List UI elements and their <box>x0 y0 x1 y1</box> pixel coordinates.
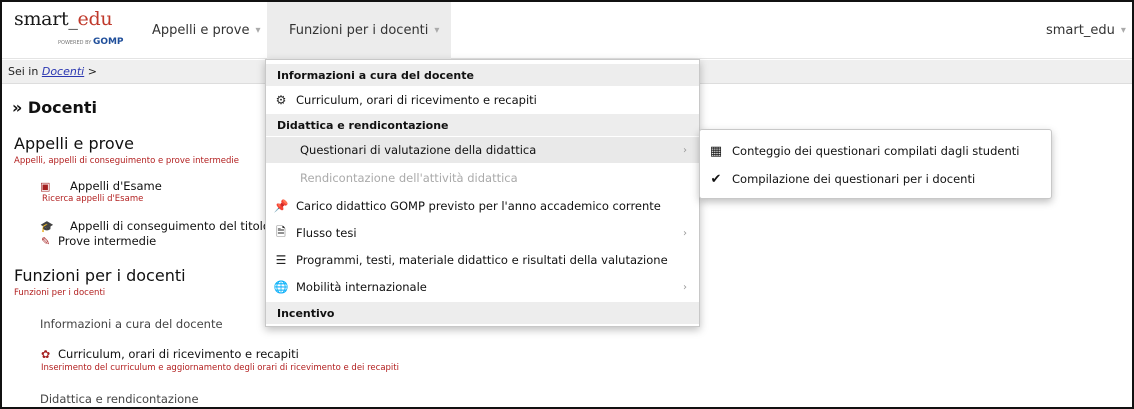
section-subtitle-funzioni: Funzioni per i docenti <box>14 288 106 298</box>
page-title: » Docenti <box>12 98 98 117</box>
document-icon: 🗎 <box>276 224 286 239</box>
menu-item-carico-didattico[interactable]: 📌 Carico didattico GOMP previsto per l'a… <box>266 193 699 219</box>
submenu-item-conteggio[interactable]: ▦ Conteggio dei questionari compilati da… <box>700 136 1051 166</box>
section-subtitle-appelli: Appelli, appelli di conseguimento e prov… <box>14 156 239 166</box>
breadcrumb-prefix: Sei in <box>8 65 39 78</box>
menu-header-informazioni: Informazioni a cura del docente <box>266 64 699 86</box>
breadcrumb-link-docenti[interactable]: Docenti <box>42 65 84 78</box>
graduation-cap-icon: 🎓 <box>40 220 54 233</box>
link-appelli-conseguimento[interactable]: Appelli di conseguimento del titolo <box>70 219 270 233</box>
menu-item-programmi[interactable]: ☰ Programmi, testi, materiale didattico … <box>266 247 699 273</box>
group-informazioni: Informazioni a cura del docente <box>40 317 223 331</box>
menu-item-flusso-tesi[interactable]: 🗎 Flusso tesi › <box>266 220 699 246</box>
brand-powered: POWERED BY <box>58 40 92 46</box>
nav-user-label: smart_edu <box>1046 23 1115 38</box>
nav-appelli-e-prove[interactable]: Appelli e prove ▾ <box>142 2 270 59</box>
link-appelli-esame-sub: Ricerca appelli d'Esame <box>42 194 144 204</box>
questionari-submenu: ▦ Conteggio dei questionari compilati da… <box>699 129 1052 199</box>
menu-item-curriculum[interactable]: ⚙ Curriculum, orari di ricevimento e rec… <box>266 87 699 113</box>
section-title-appelli: Appelli e prove <box>14 134 134 153</box>
brand-logo[interactable]: smart_edu POWERED BY GOMP <box>14 8 124 52</box>
chevron-down-icon: ▾ <box>434 25 440 36</box>
menu-item-rendicontazione: Rendicontazione dell'attività didattica <box>300 171 518 185</box>
server-icon: ☰ <box>275 253 287 267</box>
breadcrumb-separator: > <box>87 65 97 78</box>
chevron-right-icon: › <box>683 227 687 239</box>
chevron-down-icon: ▾ <box>1120 25 1126 36</box>
link-prove-intermedie[interactable]: Prove intermedie <box>58 234 156 248</box>
chevron-down-icon: ▾ <box>255 25 261 36</box>
link-curriculum[interactable]: Curriculum, orari di ricevimento e recap… <box>58 347 299 361</box>
globe-icon: 🌐 <box>273 280 289 294</box>
menu-item-mobilita[interactable]: 🌐 Mobilità internazionale › <box>266 274 699 300</box>
link-curriculum-sub: Inserimento del curriculum e aggiornamen… <box>41 363 399 373</box>
id-card-icon: ▣ <box>40 180 51 193</box>
submenu-item-compilazione[interactable]: ✔ Compilazione dei questionari per i doc… <box>700 164 1051 194</box>
section-title-funzioni: Funzioni per i docenti <box>14 266 186 285</box>
nav-funzioni-label: Funzioni per i docenti <box>289 23 429 38</box>
checkmark-icon: ✔ <box>710 171 722 187</box>
brand-name: smart <box>14 8 69 30</box>
menu-item-questionari[interactable]: Questionari di valutazione della didatti… <box>266 137 699 163</box>
brand-edu: edu <box>77 8 113 30</box>
gear-icon: ✿ <box>41 348 51 361</box>
menu-header-didattica: Didattica e rendicontazione <box>266 114 699 136</box>
nav-user-menu[interactable]: smart_edu ▾ <box>1036 2 1134 59</box>
table-icon: ▦ <box>709 143 723 159</box>
menu-header-incentivo: Incentivo <box>266 302 699 324</box>
chevron-right-icon: › <box>683 144 687 156</box>
pin-icon: 📌 <box>273 199 289 213</box>
link-appelli-esame[interactable]: Appelli d'Esame <box>70 179 162 193</box>
funzioni-dropdown-menu: Informazioni a cura del docente ⚙ Curric… <box>265 59 700 327</box>
chevron-right-icon: › <box>683 281 687 293</box>
nav-appelli-label: Appelli e prove <box>152 23 250 38</box>
top-navbar: smart_edu POWERED BY GOMP Appelli e prov… <box>2 2 1132 59</box>
gomp-logo: GOMP <box>92 37 124 47</box>
pencil-icon: ✎ <box>41 235 51 248</box>
nav-funzioni-docenti[interactable]: Funzioni per i docenti ▾ <box>267 2 451 59</box>
gear-icon: ⚙ <box>275 93 287 107</box>
group-didattica: Didattica e rendicontazione <box>40 392 199 406</box>
